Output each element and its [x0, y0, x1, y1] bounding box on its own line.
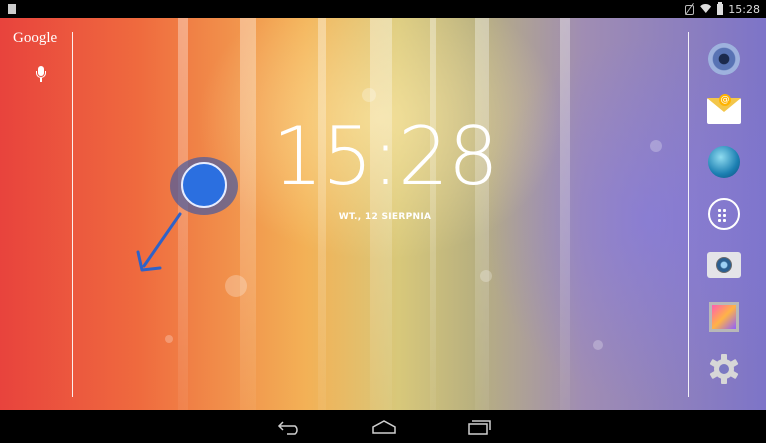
globe-sphere — [708, 146, 740, 178]
gallery-picture — [712, 305, 736, 329]
globe-icon[interactable] — [705, 143, 743, 181]
mute-icon — [684, 3, 695, 15]
gallery-frame — [709, 302, 739, 332]
apps-dots — [718, 209, 730, 222]
wallpaper-streak — [240, 18, 256, 410]
clock-date: WT., 12 SIERPNIA — [338, 212, 432, 222]
gallery-icon[interactable] — [705, 298, 743, 336]
google-search-label[interactable]: Google — [13, 30, 57, 47]
recent-apps-icon — [468, 420, 491, 435]
apps-circle — [708, 198, 740, 230]
wallpaper-bokeh — [165, 335, 173, 343]
wallpaper-bokeh — [362, 88, 376, 102]
drag-arrow-icon — [136, 212, 182, 272]
battery-icon — [717, 1, 724, 15]
wallpaper-bokeh — [650, 140, 662, 152]
at-sign-icon: @ — [719, 94, 731, 106]
camera-icon[interactable] — [705, 246, 743, 284]
mic-cup — [36, 71, 46, 78]
apps-icon[interactable] — [705, 195, 743, 233]
gear-icon — [709, 354, 739, 384]
back-icon — [277, 421, 298, 435]
email-envelope: @ — [707, 94, 741, 124]
home-icon — [372, 420, 396, 434]
status-time: 15:28 — [728, 2, 760, 16]
back-button[interactable] — [270, 414, 310, 440]
touch-indicator — [170, 157, 238, 215]
speaker-icon[interactable] — [705, 40, 743, 78]
left-divider — [72, 32, 73, 397]
camera-lens — [716, 257, 732, 273]
mic-icon[interactable] — [36, 66, 46, 84]
wallpaper-bokeh — [593, 340, 603, 350]
camera-body — [707, 252, 741, 278]
touch-ring-inner — [181, 162, 227, 208]
mic-stem — [40, 78, 42, 82]
wifi-icon — [699, 3, 712, 15]
recent-apps-button[interactable] — [458, 414, 498, 440]
speaker-disc — [708, 43, 740, 75]
wallpaper-bokeh — [480, 270, 492, 282]
home-button[interactable] — [364, 414, 404, 440]
gear-hole — [719, 364, 729, 374]
nav-bar — [0, 410, 766, 443]
email-icon[interactable]: @ — [705, 92, 743, 130]
right-divider — [688, 32, 689, 397]
clock-time[interactable]: 15:28 — [270, 112, 500, 202]
status-icons[interactable]: 15:28 — [684, 1, 760, 17]
status-bar: 15:28 — [0, 0, 766, 18]
settings-icon[interactable] — [705, 350, 743, 388]
wallpaper-bokeh — [225, 275, 247, 297]
wallpaper-streak — [560, 18, 570, 410]
notification-icon[interactable] — [8, 4, 16, 14]
